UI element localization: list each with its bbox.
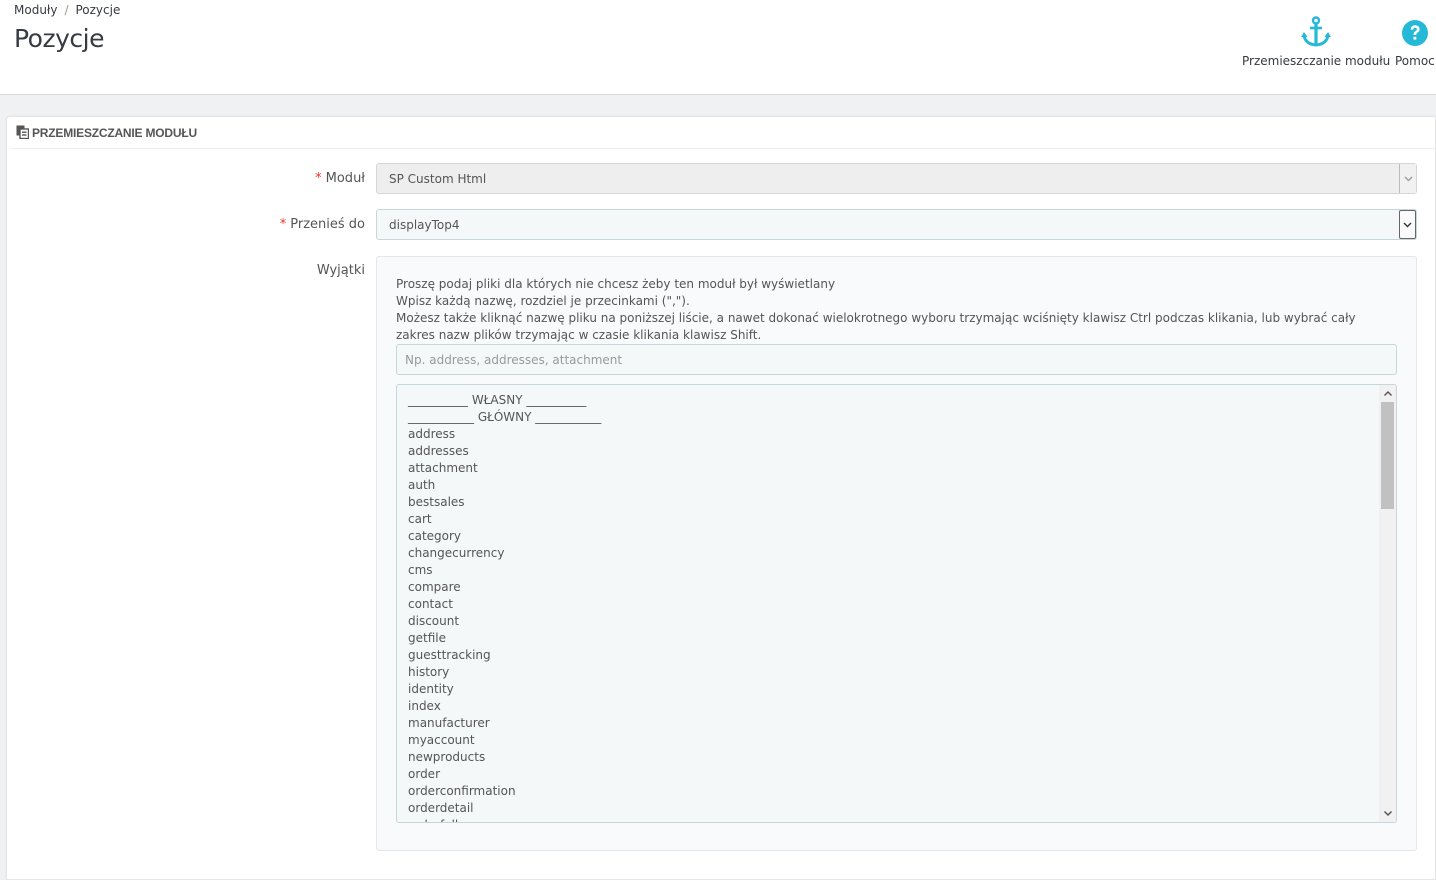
page-title: Pozycje <box>14 24 104 53</box>
paste-icon <box>16 125 30 142</box>
module-select: SP Custom Html <box>376 163 1417 194</box>
list-item[interactable]: category <box>408 528 1396 545</box>
list-item[interactable]: newproducts <box>408 749 1396 766</box>
module-label-text: Moduł <box>325 171 365 186</box>
help-line: Wpisz każdą nazwę, rozdziel je przecinka… <box>396 294 690 308</box>
panel-heading: Przemieszczanie modułu <box>10 117 1435 149</box>
list-item[interactable]: cms <box>408 562 1396 579</box>
list-item[interactable]: index <box>408 698 1396 715</box>
required-marker: * <box>279 217 287 232</box>
list-item[interactable]: auth <box>408 477 1396 494</box>
help-line: Możesz także kliknąć nazwę pliku na poni… <box>396 311 1356 342</box>
chevron-down-icon[interactable] <box>1399 210 1416 239</box>
list-item[interactable]: manufacturer <box>408 715 1396 732</box>
list-item[interactable]: discount <box>408 613 1396 630</box>
exceptions-help: Proszę podaj pliki dla których nie chces… <box>396 276 1396 344</box>
list-item[interactable]: orderconfirmation <box>408 783 1396 800</box>
list-item[interactable]: getfile <box>408 630 1396 647</box>
list-item[interactable]: addresses <box>408 443 1396 460</box>
list-item[interactable]: history <box>408 664 1396 681</box>
list-item[interactable]: orderfollow <box>408 817 1396 822</box>
help-label: Pomoc <box>1395 54 1435 68</box>
panel-heading-text: Przemieszczanie modułu <box>32 126 197 140</box>
list-item[interactable]: __________ WŁASNY __________ <box>408 392 1396 409</box>
list-item[interactable]: cart <box>408 511 1396 528</box>
list-item[interactable]: compare <box>408 579 1396 596</box>
scroll-down-icon[interactable] <box>1379 805 1396 822</box>
list-item[interactable]: myaccount <box>408 732 1396 749</box>
hook-label: * Przenieś do <box>280 217 365 232</box>
help-button[interactable]: Pomoc <box>1395 16 1435 68</box>
hook-select[interactable]: displayTop4 <box>376 209 1417 240</box>
transplant-module-button[interactable]: Przemieszczanie modułu <box>1242 16 1390 68</box>
transplant-panel: Przemieszczanie modułu * Moduł SP Custom … <box>6 116 1436 880</box>
list-item[interactable]: ___________ GŁÓWNY ___________ <box>408 409 1396 426</box>
scroll-up-icon[interactable] <box>1379 385 1396 402</box>
breadcrumb-current: Pozycje <box>75 3 121 17</box>
exceptions-input[interactable] <box>396 344 1397 375</box>
list-item[interactable]: orderdetail <box>408 800 1396 817</box>
page-header: Moduły / Pozycje Pozycje Przemieszczanie m… <box>0 0 1436 95</box>
scrollbar[interactable] <box>1379 385 1396 822</box>
list-item[interactable]: identity <box>408 681 1396 698</box>
transplant-module-label: Przemieszczanie modułu <box>1242 54 1391 68</box>
breadcrumb-separator: / <box>64 3 69 17</box>
exceptions-file-list[interactable]: __________ WŁASNY __________ ___________ … <box>396 384 1397 823</box>
breadcrumb-parent[interactable]: Moduły <box>14 3 57 17</box>
question-circle-icon <box>1395 16 1435 50</box>
scrollbar-thumb[interactable] <box>1381 402 1394 509</box>
list-item[interactable]: order <box>408 766 1396 783</box>
module-label: * Moduł <box>315 171 365 186</box>
breadcrumb: Moduły / Pozycje <box>14 3 120 17</box>
required-marker: * <box>315 171 322 186</box>
list-item[interactable]: contact <box>408 596 1396 613</box>
exceptions-box: Proszę podaj pliki dla których nie chces… <box>376 256 1417 851</box>
hook-select-value: displayTop4 <box>389 218 460 232</box>
help-line: Proszę podaj pliki dla których nie chces… <box>396 277 836 291</box>
chevron-down-icon <box>1399 164 1416 193</box>
list-item[interactable]: attachment <box>408 460 1396 477</box>
exceptions-label: Wyjątki <box>316 263 365 278</box>
hook-label-text: Przenieś do <box>290 217 365 232</box>
list-item[interactable]: changecurrency <box>408 545 1396 562</box>
list-item[interactable]: guesttracking <box>408 647 1396 664</box>
list-item[interactable]: address <box>408 426 1396 443</box>
anchor-icon <box>1242 16 1390 50</box>
list-item[interactable]: bestsales <box>408 494 1396 511</box>
module-select-value: SP Custom Html <box>389 172 487 186</box>
